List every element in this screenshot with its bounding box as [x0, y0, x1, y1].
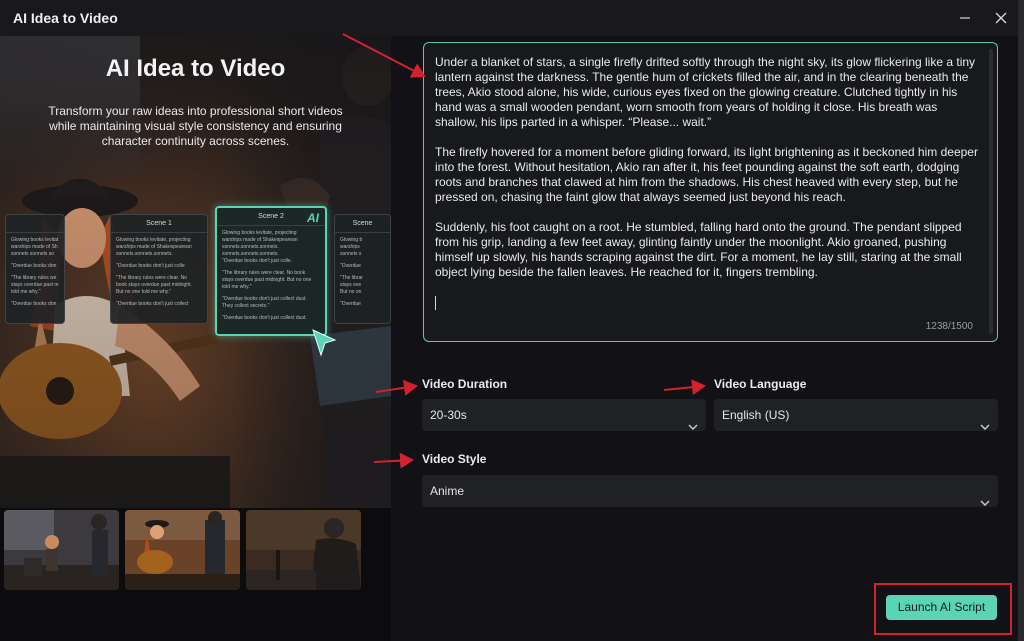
scene-card-text: Glowing books levitate, projecting warshi…: [222, 230, 312, 321]
video-style-label: Video Style: [422, 452, 487, 466]
video-style-value: Anime: [430, 484, 465, 498]
textarea-scrollbar[interactable]: [989, 49, 993, 334]
video-language-value: English (US): [722, 408, 790, 422]
pointer-cursor-icon: [312, 329, 337, 357]
thumbnail-1[interactable]: [4, 510, 119, 590]
video-duration-select[interactable]: 20-30s: [422, 399, 706, 431]
scene-card-1: Scene 1 Glowing books levitate, projecti…: [110, 214, 208, 324]
prompt-text[interactable]: Under a blanket of stars, a single firef…: [435, 55, 981, 305]
text-caret: [435, 296, 436, 310]
idea-prompt-textarea[interactable]: Under a blanket of stars, a single firef…: [423, 42, 998, 342]
scene-card-0: Glowing books levitat warships made of Sh…: [5, 214, 65, 324]
character-counter: 1238/1500: [925, 321, 973, 332]
scene-card-text: Glowing books levitate, projecting warshi…: [116, 237, 192, 307]
ai-badge: AI: [307, 211, 319, 225]
background-window-edge: [1018, 0, 1024, 641]
launch-ai-script-button[interactable]: Launch AI Script: [886, 595, 997, 620]
close-icon: [995, 12, 1007, 24]
hero-subtitle: Transform your raw ideas into profession…: [48, 104, 343, 148]
thumbnail-3[interactable]: [246, 510, 361, 590]
video-duration-label: Video Duration: [422, 377, 508, 391]
scene-card-2[interactable]: Scene 2 AI Glowing books levitate, proje…: [215, 206, 327, 336]
minimize-button[interactable]: [951, 6, 979, 30]
video-duration-value: 20-30s: [430, 408, 467, 422]
chevron-down-icon: [980, 487, 990, 519]
window-title: AI Idea to Video: [13, 10, 118, 26]
hero-title: AI Idea to Video: [105, 55, 286, 82]
thumbnail-strip: [0, 508, 391, 596]
chevron-down-icon: [980, 411, 990, 443]
video-style-select[interactable]: Anime: [422, 475, 998, 507]
hero-preview: AI Idea to Video Transform your raw idea…: [0, 36, 391, 508]
scene-card-3: Scene Glowing b warships sonnets s "Overdu…: [334, 214, 391, 324]
video-language-select[interactable]: English (US): [714, 399, 998, 431]
video-language-label: Video Language: [714, 377, 807, 391]
title-bar: AI Idea to Video: [0, 0, 1024, 36]
scene-card-text: Glowing b warships sonnets s "Overdue "The…: [340, 237, 363, 307]
chevron-down-icon: [688, 411, 698, 443]
close-button[interactable]: [987, 6, 1015, 30]
thumbnail-2[interactable]: [125, 510, 240, 590]
minimize-icon: [959, 12, 971, 24]
scene-card-text: Glowing books levitat warships made of Sh…: [11, 237, 59, 307]
